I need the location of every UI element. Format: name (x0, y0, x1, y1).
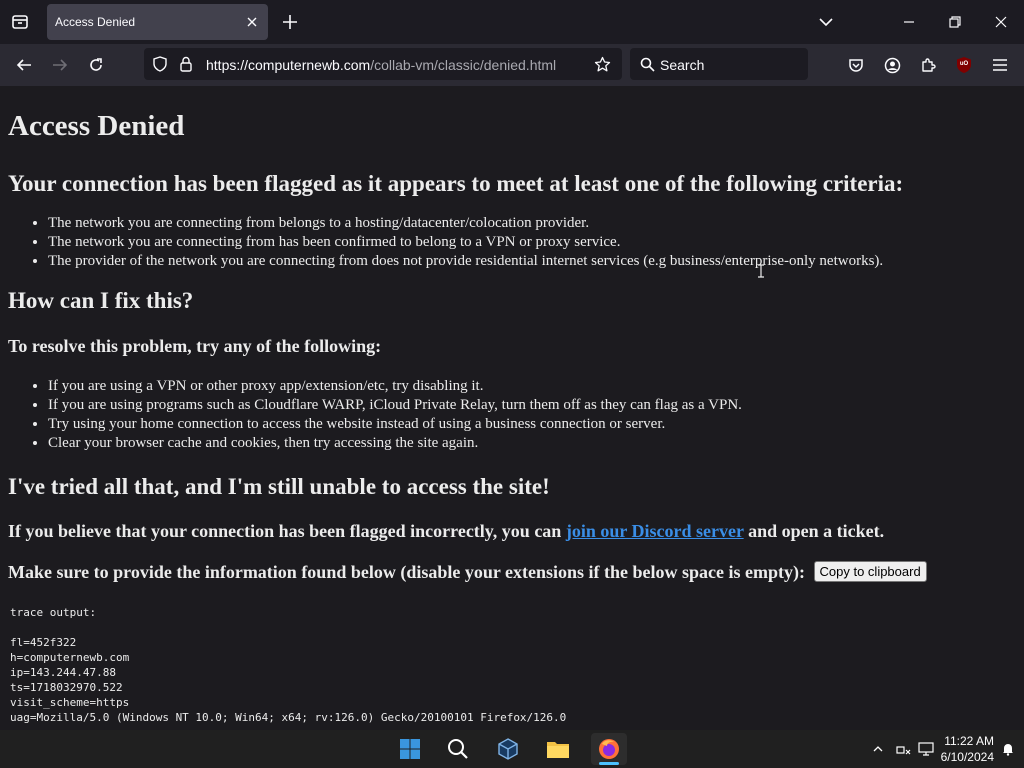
restore-icon[interactable] (943, 10, 967, 34)
tried-heading: I've tried all that, and I'm still unabl… (8, 474, 550, 499)
trace-line: uag=Mozilla/5.0 (Windows NT 10.0; Win64;… (10, 711, 567, 724)
search-placeholder: Search (660, 57, 705, 73)
taskbar-search-icon[interactable] (442, 733, 474, 765)
account-icon[interactable] (880, 53, 904, 77)
pocket-icon[interactable] (844, 53, 868, 77)
search-icon (638, 55, 656, 73)
incorrect-text-after: and open a ticket. (743, 521, 885, 541)
criteria-item: The network you are connecting from has … (48, 233, 1024, 252)
resolve-heading: To resolve this problem, try any of the … (8, 336, 382, 356)
trace-output: trace output: fl=452f322 h=computernewb.c… (10, 605, 1024, 725)
text-cursor-icon (756, 264, 766, 278)
criteria-item: The network you are connecting from belo… (48, 214, 1024, 233)
active-app-indicator (599, 762, 619, 765)
minimize-icon[interactable] (897, 10, 921, 34)
incorrect-flag-text: If you believe that your connection has … (8, 520, 1024, 542)
trace-line: h=computernewb.com (10, 651, 130, 664)
windows-start-icon[interactable] (394, 733, 426, 765)
ublock-origin-icon[interactable]: uO (952, 53, 976, 77)
provide-info-label: Make sure to provide the information fou… (8, 562, 806, 582)
ublock-badge-text: uO (959, 61, 969, 67)
trace-label: trace output: (10, 606, 97, 619)
file-explorer-icon[interactable] (542, 733, 574, 765)
list-all-tabs-icon[interactable] (814, 10, 838, 34)
url-path: /collab-vm/classic/denied.html (370, 57, 557, 73)
new-tab-icon[interactable] (278, 10, 302, 34)
display-icon[interactable] (915, 733, 937, 765)
menu-hamburger-icon[interactable] (988, 53, 1012, 77)
extensions-icon[interactable] (916, 53, 940, 77)
criteria-item: The provider of the network you are conn… (48, 252, 1024, 271)
page-title: Access Denied (8, 110, 185, 142)
tracking-protection-shield-icon[interactable] (150, 54, 170, 74)
url-host: https://computernewb.com (206, 57, 371, 73)
fix-item: If you are using programs such as Cloudf… (48, 396, 1024, 415)
clock-date: 6/10/2024 (940, 750, 994, 764)
page-content: Access Denied Your connection has been f… (0, 86, 1024, 730)
back-icon[interactable] (12, 53, 36, 77)
reload-icon[interactable] (84, 53, 108, 77)
url-text: https://computernewb.com/collab-vm/class… (206, 57, 556, 73)
fixes-list: If you are using a VPN or other proxy ap… (8, 377, 1024, 453)
network-icon[interactable] (892, 733, 914, 765)
trace-line: fl=452f322 (10, 636, 77, 649)
flagged-heading: Your connection has been flagged as it a… (8, 171, 904, 196)
trace-line: ip=143.244.47.88 (10, 666, 116, 679)
tab-title: Access Denied (55, 15, 136, 29)
criteria-list: The network you are connecting from belo… (8, 214, 1024, 271)
search-box[interactable]: Search (630, 48, 808, 80)
clock-time: 11:22 AM (944, 734, 994, 748)
fix-item: If you are using a VPN or other proxy ap… (48, 377, 1024, 396)
tab-active[interactable]: Access Denied (47, 4, 268, 40)
lock-icon[interactable] (176, 54, 196, 74)
show-hidden-icons-icon[interactable] (868, 733, 888, 765)
close-tab-icon[interactable] (242, 12, 262, 32)
address-bar[interactable]: https://computernewb.com/collab-vm/class… (144, 48, 622, 80)
fix-heading: How can I fix this? (8, 288, 194, 313)
incorrect-text-before: If you believe that your connection has … (8, 521, 566, 541)
bookmark-star-icon[interactable] (592, 54, 612, 74)
trace-line: ts=1718032970.522 (10, 681, 123, 694)
firefox-taskbar-icon[interactable] (591, 733, 627, 765)
tab-bar: Access Denied (0, 0, 1024, 44)
fix-item: Clear your browser cache and cookies, th… (48, 434, 1024, 453)
navigation-toolbar: https://computernewb.com/collab-vm/class… (0, 44, 1024, 86)
close-window-icon[interactable] (989, 10, 1013, 34)
notification-bell-icon[interactable] (998, 733, 1018, 765)
copy-to-clipboard-button[interactable]: Copy to clipboard (813, 561, 927, 582)
forward-icon[interactable] (48, 53, 72, 77)
system-clock[interactable]: 11:22 AM 6/10/2024 (941, 733, 994, 765)
discord-link[interactable]: join our Discord server (566, 521, 744, 541)
firefox-view-icon[interactable] (8, 10, 32, 34)
virtualbox-icon[interactable] (492, 733, 524, 765)
fix-item: Try using your home connection to access… (48, 415, 1024, 434)
trace-line: visit_scheme=https (10, 696, 130, 709)
provide-info-text: Make sure to provide the information fou… (8, 561, 1024, 583)
windows-taskbar: 11:22 AM 6/10/2024 (0, 730, 1024, 768)
